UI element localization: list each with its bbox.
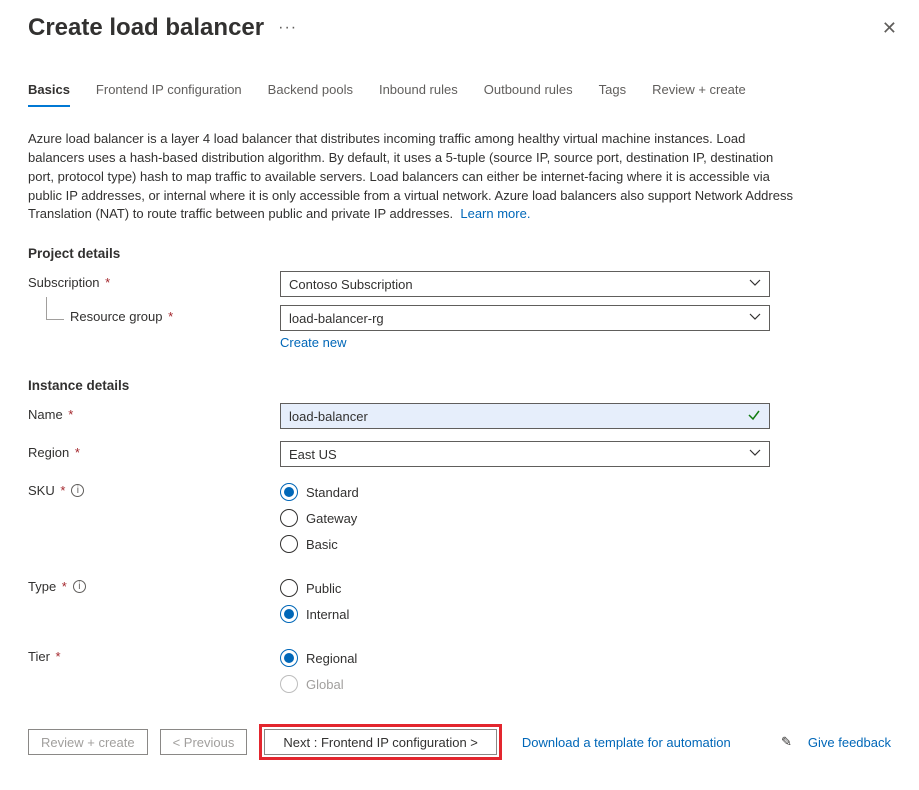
- create-new-link[interactable]: Create new: [280, 335, 346, 350]
- feedback-icon: ✎: [781, 734, 792, 750]
- info-icon[interactable]: i: [71, 484, 84, 497]
- sku-radio-standard[interactable]: Standard: [280, 479, 770, 505]
- tab-bar: Basics Frontend IP configuration Backend…: [28, 82, 891, 108]
- tier-radio-global: Global: [280, 671, 770, 697]
- review-create-button[interactable]: Review + create: [28, 729, 148, 755]
- more-actions-icon[interactable]: ···: [278, 19, 297, 37]
- section-instance-details: Instance details: [28, 378, 891, 393]
- radio-label: Standard: [306, 485, 359, 500]
- radio-label: Global: [306, 677, 344, 692]
- chevron-down-icon: [749, 447, 761, 462]
- chevron-down-icon: [749, 311, 761, 326]
- tab-review-create[interactable]: Review + create: [652, 82, 746, 107]
- radio-label: Gateway: [306, 511, 357, 526]
- radio-label: Public: [306, 581, 341, 596]
- name-label: Name *: [28, 403, 280, 422]
- next-button[interactable]: Next : Frontend IP configuration >: [264, 729, 497, 755]
- name-input[interactable]: load-balancer: [280, 403, 770, 429]
- sku-label: SKU * i: [28, 479, 280, 498]
- description-body: Azure load balancer is a layer 4 load ba…: [28, 131, 793, 221]
- download-template-link[interactable]: Download a template for automation: [522, 735, 731, 750]
- tab-tags[interactable]: Tags: [599, 82, 626, 107]
- give-feedback-link[interactable]: Give feedback: [808, 735, 891, 750]
- type-radio-public[interactable]: Public: [280, 575, 770, 601]
- name-value: load-balancer: [289, 409, 368, 424]
- tab-inbound-rules[interactable]: Inbound rules: [379, 82, 458, 107]
- tab-outbound-rules[interactable]: Outbound rules: [484, 82, 573, 107]
- section-project-details: Project details: [28, 246, 891, 261]
- highlight-box: Next : Frontend IP configuration >: [259, 724, 502, 760]
- region-select[interactable]: East US: [280, 441, 770, 467]
- resource-group-select[interactable]: load-balancer-rg: [280, 305, 770, 331]
- region-label: Region *: [28, 441, 280, 460]
- subscription-select[interactable]: Contoso Subscription: [280, 271, 770, 297]
- learn-more-link[interactable]: Learn more.: [460, 206, 530, 221]
- resource-group-value: load-balancer-rg: [289, 311, 384, 326]
- close-icon[interactable]: ✕: [882, 18, 897, 39]
- tier-radio-regional[interactable]: Regional: [280, 645, 770, 671]
- tier-label: Tier *: [28, 645, 280, 664]
- page-title: Create load balancer: [28, 14, 264, 42]
- description-text: Azure load balancer is a layer 4 load ba…: [28, 130, 801, 224]
- radio-label: Basic: [306, 537, 338, 552]
- region-value: East US: [289, 447, 337, 462]
- subscription-label: Subscription *: [28, 271, 280, 290]
- type-label: Type * i: [28, 575, 280, 594]
- radio-label: Regional: [306, 651, 357, 666]
- chevron-down-icon: [749, 277, 761, 292]
- type-radio-internal[interactable]: Internal: [280, 601, 770, 627]
- tab-frontend-ip[interactable]: Frontend IP configuration: [96, 82, 242, 107]
- subscription-value: Contoso Subscription: [289, 277, 413, 292]
- sku-radio-basic[interactable]: Basic: [280, 531, 770, 557]
- info-icon[interactable]: i: [73, 580, 86, 593]
- checkmark-icon: [747, 408, 761, 425]
- tab-basics[interactable]: Basics: [28, 82, 70, 107]
- previous-button[interactable]: < Previous: [160, 729, 248, 755]
- resource-group-label: Resource group *: [28, 305, 280, 324]
- radio-label: Internal: [306, 607, 349, 622]
- tab-backend-pools[interactable]: Backend pools: [268, 82, 353, 107]
- sku-radio-gateway[interactable]: Gateway: [280, 505, 770, 531]
